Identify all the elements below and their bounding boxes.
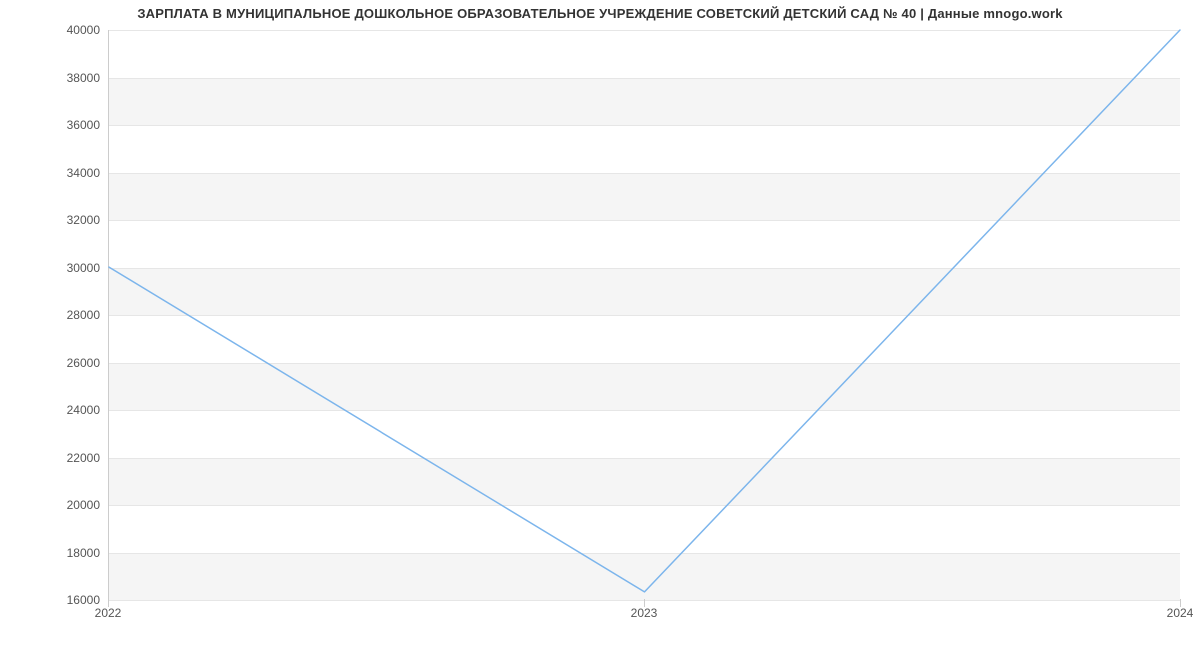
x-axis-tick-label: 2023 — [631, 606, 658, 620]
y-axis-tick-label: 26000 — [40, 356, 100, 370]
x-axis-tick-label: 2022 — [95, 606, 122, 620]
y-axis-tick-label: 18000 — [40, 546, 100, 560]
y-axis-tick-label: 30000 — [40, 261, 100, 275]
x-axis-tick-label: 2024 — [1167, 606, 1194, 620]
y-axis-tick-label: 22000 — [40, 451, 100, 465]
y-axis-tick-label: 28000 — [40, 308, 100, 322]
salary-series-line — [109, 30, 1180, 592]
plot-area — [108, 30, 1180, 600]
y-axis-tick-label: 38000 — [40, 71, 100, 85]
y-axis-tick-label: 32000 — [40, 213, 100, 227]
salary-line-chart: ЗАРПЛАТА В МУНИЦИПАЛЬНОЕ ДОШКОЛЬНОЕ ОБРА… — [0, 0, 1200, 650]
y-axis-tick-label: 36000 — [40, 118, 100, 132]
y-axis-tick-label: 16000 — [40, 593, 100, 607]
chart-title: ЗАРПЛАТА В МУНИЦИПАЛЬНОЕ ДОШКОЛЬНОЕ ОБРА… — [0, 6, 1200, 21]
y-axis-tick-label: 24000 — [40, 403, 100, 417]
y-axis-tick-label: 20000 — [40, 498, 100, 512]
y-axis-tick-label: 40000 — [40, 23, 100, 37]
line-layer — [109, 30, 1180, 599]
y-axis-tick-label: 34000 — [40, 166, 100, 180]
